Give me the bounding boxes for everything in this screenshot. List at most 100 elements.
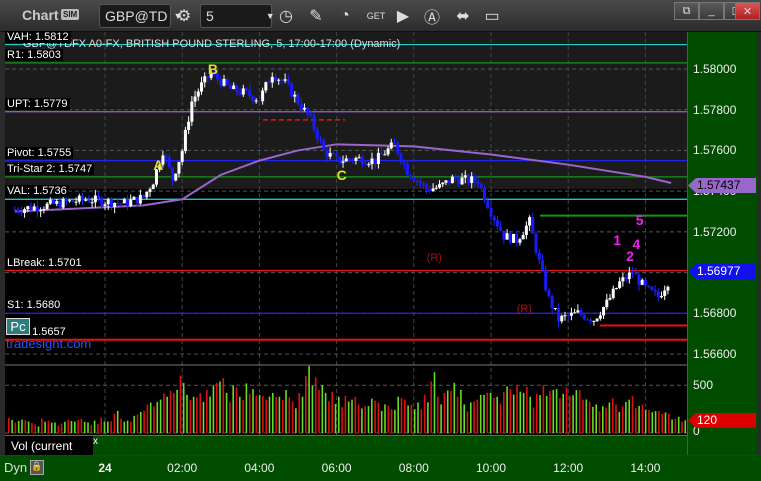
candle <box>405 163 409 175</box>
volume-bar <box>262 396 264 433</box>
level-label: Tri-Star 2: 1.5747 <box>5 162 95 175</box>
volume-bar <box>671 419 673 433</box>
volume-bar <box>456 396 459 433</box>
volume-bar <box>374 400 376 433</box>
candle <box>106 199 110 205</box>
volume-bar <box>60 423 63 433</box>
candle <box>196 91 200 97</box>
volume-bar <box>305 375 307 433</box>
volume-bar <box>628 399 630 433</box>
symbol-value: GBP@TD <box>105 8 168 24</box>
candle <box>457 179 461 185</box>
candle <box>463 175 467 178</box>
price-tick: 1.57800 <box>693 102 737 117</box>
popout-icon[interactable]: ⧉ <box>674 2 699 20</box>
candle <box>653 289 657 292</box>
gauge-icon[interactable]: ◔ <box>333 4 357 28</box>
settings-icon[interactable]: ⚙ <box>172 4 196 28</box>
volume-bar <box>229 402 231 433</box>
chart-plot-area[interactable]: GBP@TDFX A0-FX, BRITISH POUND STERLING, … <box>5 30 687 435</box>
time-tick: 06:00 <box>321 461 352 475</box>
candle <box>235 85 239 93</box>
ma-value-tag: 1.57437 <box>688 178 756 193</box>
minimize-icon[interactable]: _ <box>699 2 724 20</box>
volume-bar <box>222 377 225 433</box>
volume-bar <box>179 375 182 433</box>
candle <box>245 88 249 91</box>
time-axis[interactable]: Dyn 🔒 24 02:00 04:00 06:00 08:00 10:00 12:00 14… <box>0 455 761 481</box>
volume-bar <box>631 395 634 433</box>
pencil-icon[interactable]: ✎ <box>304 4 328 28</box>
candle <box>370 158 374 165</box>
volume-bar <box>80 418 83 433</box>
candle <box>373 158 377 164</box>
candle <box>264 82 268 91</box>
candle <box>614 288 618 290</box>
volume-bar <box>509 389 512 433</box>
symbol-combo[interactable]: GBP@TD ▼ <box>99 4 182 28</box>
volume-bar <box>308 365 310 433</box>
last-price-tag: 1.56977 <box>688 264 756 279</box>
volume-bar <box>268 396 271 433</box>
volume-bar <box>245 383 248 433</box>
candle <box>331 152 335 155</box>
price-axis[interactable]: 1.580001.578001.576001.574001.572001.570… <box>687 32 757 475</box>
candle <box>537 252 541 260</box>
volume-bar <box>295 408 297 433</box>
volume-bar <box>598 411 601 433</box>
volume-bar <box>311 385 314 433</box>
volume-bar <box>430 381 432 433</box>
volume-bar <box>608 402 611 433</box>
candle <box>116 202 120 204</box>
candle <box>39 210 43 212</box>
volume-bar <box>446 390 449 433</box>
candle <box>441 182 445 185</box>
candle <box>290 83 294 97</box>
upper-bg <box>5 32 687 190</box>
volume-bar <box>21 419 23 433</box>
interval-combo[interactable]: 5 ▼ <box>200 4 275 28</box>
volume-bar <box>621 406 624 433</box>
candle <box>84 199 88 201</box>
get-icon[interactable]: GET <box>364 4 388 28</box>
comment-icon[interactable]: ▭ <box>480 4 504 28</box>
candle <box>402 162 406 164</box>
close-icon[interactable]: x <box>93 436 98 447</box>
link-icon[interactable]: ⬌ <box>451 4 475 28</box>
candle <box>528 217 532 226</box>
candle <box>126 199 130 206</box>
volume-bar <box>87 422 89 433</box>
volume-bar <box>136 414 139 433</box>
pc-button[interactable]: Pc <box>6 318 30 335</box>
candle <box>550 296 554 309</box>
volume-bar <box>433 372 436 433</box>
candle <box>592 321 596 323</box>
candle <box>344 158 348 162</box>
volume-bar <box>483 394 485 433</box>
level-label: Pivot: 1.5755 <box>5 146 74 159</box>
candle <box>64 198 68 202</box>
candle <box>241 88 245 95</box>
price-tick: 1.57200 <box>693 224 737 239</box>
volume-bar <box>377 402 380 433</box>
price-tick: 1.56600 <box>693 346 737 361</box>
close-icon[interactable]: ✕ <box>735 2 760 20</box>
volume-indicator-label[interactable]: Vol (current price bar) <box>5 436 93 467</box>
candle <box>71 200 75 202</box>
lock-icon[interactable]: 🔒 <box>30 460 44 475</box>
volume-bar <box>74 421 76 433</box>
candle <box>296 94 300 104</box>
candle <box>354 157 358 161</box>
volume-bar <box>189 399 192 433</box>
volume-bar <box>354 397 357 433</box>
candle <box>171 167 175 181</box>
clock-icon[interactable]: ◷ <box>274 4 298 28</box>
volume-bar <box>328 401 330 433</box>
chart-annotation: C <box>336 166 347 183</box>
candle <box>534 233 538 253</box>
alert-icon[interactable]: Ⓐ <box>420 4 444 28</box>
candle <box>586 319 589 321</box>
candle <box>573 312 577 314</box>
play-icon[interactable]: ▶ <box>391 4 415 28</box>
volume-bar <box>235 387 238 433</box>
